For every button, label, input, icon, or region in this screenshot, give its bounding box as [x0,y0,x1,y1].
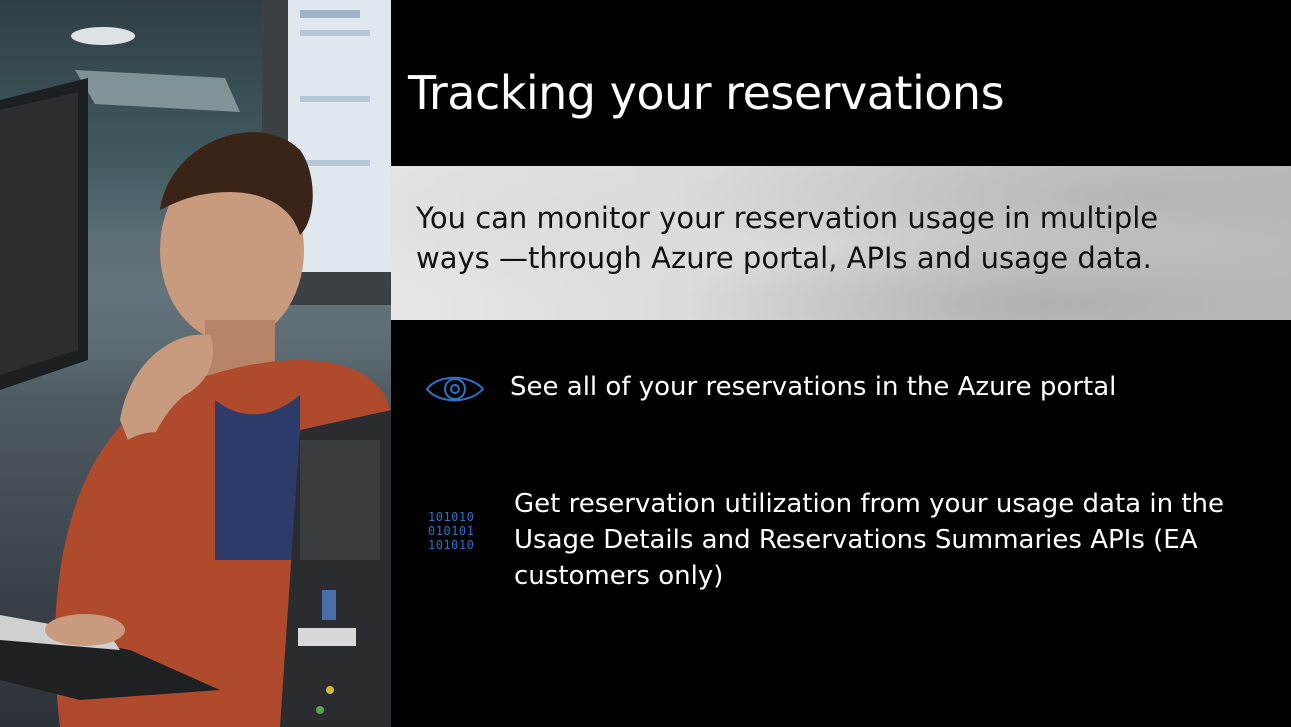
binary-line: 010101 [428,524,475,538]
bullet-text-portal: See all of your reservations in the Azur… [510,372,1117,402]
person-at-computer-photo [0,0,391,727]
bullet-item-portal: See all of your reservations in the Azur… [424,369,1230,409]
slide-title: Tracking your reservations [408,66,1005,120]
binary-data-icon: 101010 010101 101010 [428,510,490,552]
binary-line: 101010 [428,538,475,552]
binary-line: 101010 [428,510,475,524]
intro-text: You can monitor your reservation usage i… [416,201,1159,275]
eye-icon [424,369,486,409]
bullet-text-apis: Get reservation utilization from your us… [514,489,1225,591]
bullet-item-apis: 101010 010101 101010 Get reservation uti… [424,486,1234,594]
